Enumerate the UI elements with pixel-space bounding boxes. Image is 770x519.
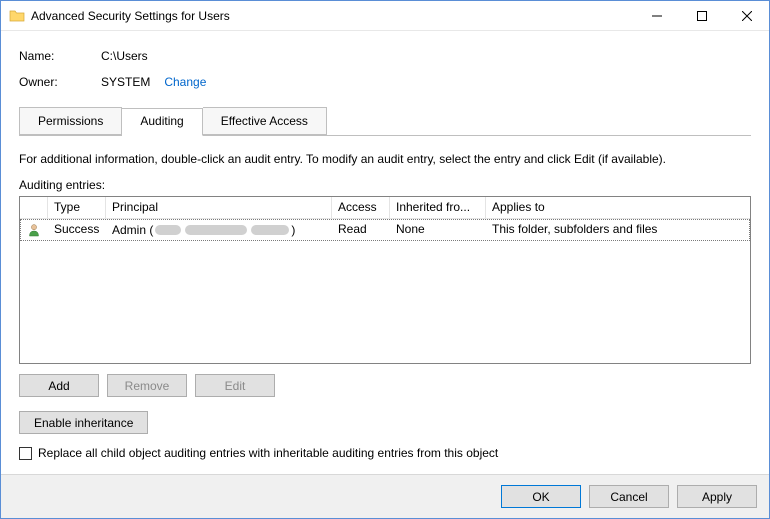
replace-checkbox-label: Replace all child object auditing entrie…: [38, 446, 498, 460]
entry-applies-to: This folder, subfolders and files: [486, 219, 750, 241]
redacted-text: [185, 225, 247, 235]
user-icon: [20, 219, 48, 241]
minimize-button[interactable]: [634, 1, 679, 30]
enable-inheritance-button[interactable]: Enable inheritance: [19, 411, 148, 434]
close-button[interactable]: [724, 1, 769, 30]
change-owner-link[interactable]: Change: [164, 75, 206, 89]
auditing-listview[interactable]: Type Principal Access Inherited fro... A…: [19, 196, 751, 364]
maximize-button[interactable]: [679, 1, 724, 30]
tab-effective-access[interactable]: Effective Access: [203, 107, 327, 135]
tab-permissions[interactable]: Permissions: [19, 107, 122, 135]
titlebar: Advanced Security Settings for Users: [1, 1, 769, 31]
column-applies-to[interactable]: Applies to: [486, 197, 750, 219]
instructions-text: For additional information, double-click…: [19, 152, 751, 166]
edit-button[interactable]: Edit: [195, 374, 275, 397]
window: Advanced Security Settings for Users Nam…: [0, 0, 770, 519]
tabs: Permissions Auditing Effective Access: [19, 107, 751, 136]
remove-button[interactable]: Remove: [107, 374, 187, 397]
inheritance-buttons: Enable inheritance: [19, 411, 751, 434]
principal-prefix: Admin (: [112, 223, 153, 237]
entry-principal: Admin (): [106, 219, 332, 241]
column-principal[interactable]: Principal: [106, 197, 332, 219]
window-title: Advanced Security Settings for Users: [31, 9, 634, 23]
principal-suffix: ): [291, 223, 295, 237]
name-row: Name: C:\Users: [19, 49, 751, 63]
column-icon[interactable]: [20, 197, 48, 219]
apply-button[interactable]: Apply: [677, 485, 757, 508]
name-value: C:\Users: [101, 49, 148, 63]
entry-inherited-from: None: [390, 219, 486, 241]
ok-button[interactable]: OK: [501, 485, 581, 508]
folder-icon: [9, 8, 25, 24]
owner-row: Owner: SYSTEM Change: [19, 75, 751, 89]
entry-access: Read: [332, 219, 390, 241]
cancel-button[interactable]: Cancel: [589, 485, 669, 508]
replace-checkbox[interactable]: [19, 447, 32, 460]
listview-header: Type Principal Access Inherited fro... A…: [20, 197, 750, 219]
replace-checkbox-row: Replace all child object auditing entrie…: [19, 446, 751, 460]
tab-auditing[interactable]: Auditing: [122, 108, 202, 136]
auditing-entry-row[interactable]: Success Admin () Read None This folder, …: [20, 219, 750, 241]
redacted-text: [155, 225, 181, 235]
column-inherited-from[interactable]: Inherited fro...: [390, 197, 486, 219]
window-controls: [634, 1, 769, 30]
name-label: Name:: [19, 49, 101, 63]
entry-type: Success: [48, 219, 106, 241]
dialog-footer: OK Cancel Apply: [1, 474, 769, 518]
add-button[interactable]: Add: [19, 374, 99, 397]
content: Name: C:\Users Owner: SYSTEM Change Perm…: [1, 31, 769, 474]
column-access[interactable]: Access: [332, 197, 390, 219]
redacted-text: [251, 225, 289, 235]
column-type[interactable]: Type: [48, 197, 106, 219]
auditing-entries-label: Auditing entries:: [19, 178, 751, 192]
entry-buttons: Add Remove Edit: [19, 374, 751, 397]
owner-label: Owner:: [19, 75, 101, 89]
owner-value: SYSTEM: [101, 75, 150, 89]
